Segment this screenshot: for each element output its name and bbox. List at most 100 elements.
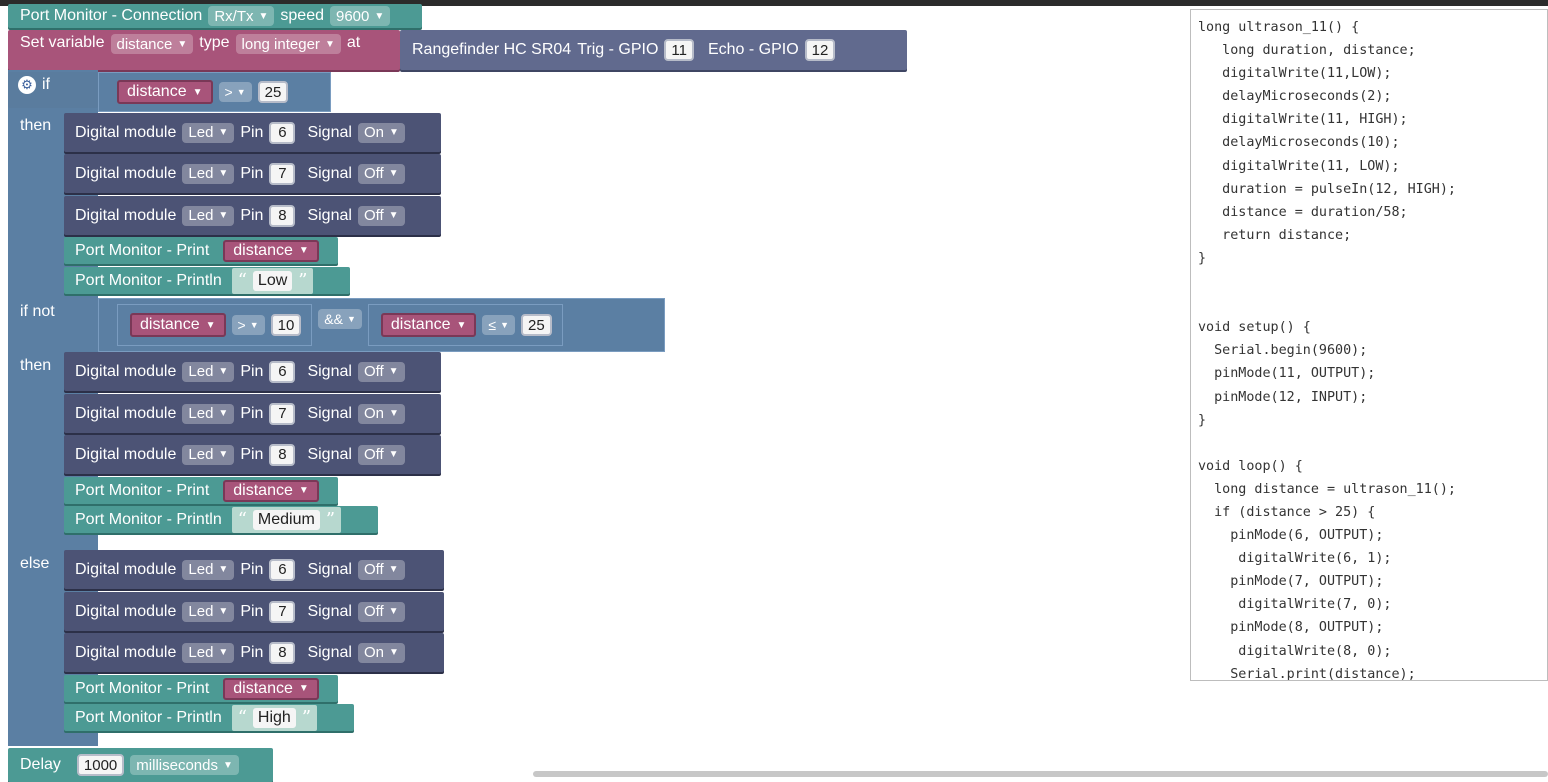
- rangefinder-block[interactable]: Rangefinder HC SR04 Trig - GPIO 11 Echo …: [400, 30, 907, 70]
- comparison-left[interactable]: distance ▼ > ▼ 10: [117, 304, 313, 346]
- delay-unit-value: milliseconds: [136, 756, 218, 774]
- signal-value: On: [363, 405, 384, 422]
- operator-dropdown[interactable]: > ▼: [231, 315, 265, 335]
- variable-distance[interactable]: distance ▼: [223, 239, 319, 262]
- signal-dropdown[interactable]: Off ▼: [357, 559, 405, 580]
- signal-dropdown[interactable]: On ▼: [357, 122, 405, 143]
- horizontal-scrollbar[interactable]: [533, 771, 1548, 777]
- variable-distance[interactable]: distance ▼: [130, 313, 226, 337]
- digital-module-block[interactable]: Digital module Led ▼ Pin 7 Signal On ▼: [64, 394, 441, 433]
- module-dropdown[interactable]: Led ▼: [182, 122, 235, 143]
- port-monitor-print-block[interactable]: Port Monitor - Print distance ▼: [64, 675, 338, 702]
- code-preview-panel[interactable]: long ultrason_11() { long duration, dist…: [1190, 9, 1548, 681]
- string-value[interactable]: Medium: [252, 509, 320, 530]
- trig-pin-input[interactable]: 11: [664, 39, 694, 61]
- digital-module-block[interactable]: Digital module Led ▼ Pin 8 Signal Off ▼: [64, 196, 441, 235]
- port-monitor-println-block[interactable]: Port Monitor - Println “Medium”: [64, 506, 378, 533]
- operator-value: >: [224, 84, 233, 100]
- delay-value-input[interactable]: 1000: [76, 754, 125, 776]
- logic-operator-dropdown[interactable]: && ▼: [318, 309, 362, 329]
- port-monitor-print-block[interactable]: Port Monitor - Print distance ▼: [64, 237, 338, 264]
- module-dropdown[interactable]: Led ▼: [182, 642, 235, 663]
- string-literal[interactable]: “Medium”: [231, 506, 342, 533]
- chevron-down-icon: ▼: [222, 759, 233, 771]
- variable-distance[interactable]: distance ▼: [380, 313, 477, 337]
- echo-pin-input[interactable]: 12: [804, 39, 836, 61]
- module-dropdown[interactable]: Led ▼: [182, 361, 235, 382]
- digital-module-block[interactable]: Digital module Led ▼ Pin 8 Signal On ▼: [64, 633, 444, 672]
- string-value[interactable]: High: [252, 707, 296, 728]
- digital-module-block[interactable]: Digital module Led ▼ Pin 7 Signal Off ▼: [64, 154, 441, 193]
- speed-dropdown[interactable]: 9600 ▼: [329, 6, 391, 26]
- signal-value: Off: [363, 603, 384, 620]
- digital-module-label: Digital module: [75, 445, 177, 463]
- signal-label: Signal: [307, 445, 352, 463]
- code-line: Serial.print(distance);: [1198, 666, 1416, 681]
- chevron-down-icon: ▼: [324, 38, 335, 50]
- digital-module-block[interactable]: Digital module Led ▼ Pin 8 Signal Off ▼: [64, 435, 441, 474]
- pin-input[interactable]: 7: [269, 600, 296, 623]
- mode-dropdown[interactable]: Rx/Tx ▼: [208, 6, 275, 26]
- pin-input[interactable]: 6: [269, 360, 296, 383]
- variable-dropdown[interactable]: distance ▼: [110, 34, 194, 54]
- pin-input[interactable]: 7: [269, 402, 296, 425]
- chevron-down-icon: ▼: [388, 564, 399, 575]
- then-label-2: then: [20, 357, 52, 374]
- pin-input[interactable]: 8: [269, 641, 296, 664]
- module-value: Led: [188, 644, 214, 661]
- comparison-left-value[interactable]: 10: [270, 314, 302, 336]
- module-dropdown[interactable]: Led ▼: [182, 403, 235, 424]
- pin-input[interactable]: 8: [269, 443, 296, 466]
- digital-module-block[interactable]: Digital module Led ▼ Pin 6 Signal Off ▼: [64, 352, 441, 391]
- variable-distance[interactable]: distance ▼: [117, 80, 213, 104]
- pin-input[interactable]: 8: [269, 204, 296, 227]
- port-monitor-print-block[interactable]: Port Monitor - Print distance ▼: [64, 477, 338, 504]
- signal-dropdown[interactable]: Off ▼: [357, 361, 405, 382]
- if-header[interactable]: ⚙ if: [8, 72, 98, 108]
- digital-module-block[interactable]: Digital module Led ▼ Pin 6 Signal On ▼: [64, 113, 441, 152]
- pin-label: Pin: [240, 123, 264, 141]
- port-monitor-connection-block[interactable]: Port Monitor - Connection Rx/Tx ▼ speed 9…: [8, 4, 422, 28]
- signal-dropdown[interactable]: Off ▼: [357, 444, 405, 465]
- port-monitor-println-block[interactable]: Port Monitor - Println “Low”: [64, 267, 350, 294]
- signal-value: Off: [363, 165, 384, 182]
- code-line: digitalWrite(8, 0);: [1198, 643, 1392, 659]
- module-dropdown[interactable]: Led ▼: [182, 559, 235, 580]
- gear-icon[interactable]: ⚙: [18, 76, 36, 94]
- println-label: Port Monitor - Println: [75, 510, 222, 528]
- signal-dropdown[interactable]: Off ▼: [357, 205, 405, 226]
- module-dropdown[interactable]: Led ▼: [182, 205, 235, 226]
- code-line: delayMicroseconds(10);: [1198, 135, 1400, 151]
- string-literal[interactable]: “Low”: [231, 267, 314, 294]
- condition-1[interactable]: distance ▼ > ▼ 25: [98, 72, 331, 112]
- string-literal[interactable]: “High”: [231, 704, 318, 731]
- signal-dropdown[interactable]: On ▼: [357, 642, 405, 663]
- condition-2[interactable]: distance ▼ > ▼ 10 && ▼ distance ▼ ≤ ▼ 25: [98, 298, 665, 352]
- comparison-right[interactable]: distance ▼ ≤ ▼ 25: [367, 304, 563, 346]
- module-dropdown[interactable]: Led ▼: [182, 163, 235, 184]
- pin-input[interactable]: 6: [269, 121, 296, 144]
- set-variable-block[interactable]: Set variable distance ▼ type long integer…: [8, 30, 400, 70]
- digital-module-block[interactable]: Digital module Led ▼ Pin 7 Signal Off ▼: [64, 592, 444, 631]
- condition-1-value[interactable]: 25: [257, 81, 289, 103]
- pin-input[interactable]: 7: [269, 162, 296, 185]
- delay-unit-dropdown[interactable]: milliseconds ▼: [130, 755, 239, 775]
- signal-dropdown[interactable]: On ▼: [357, 403, 405, 424]
- delay-block[interactable]: Delay 1000 milliseconds ▼: [8, 748, 273, 782]
- digital-module-block[interactable]: Digital module Led ▼ Pin 6 Signal Off ▼: [64, 550, 444, 589]
- operator-dropdown[interactable]: ≤ ▼: [482, 315, 516, 335]
- signal-dropdown[interactable]: Off ▼: [357, 163, 405, 184]
- signal-dropdown[interactable]: Off ▼: [357, 601, 405, 622]
- module-dropdown[interactable]: Led ▼: [182, 601, 235, 622]
- port-monitor-println-block[interactable]: Port Monitor - Println “High”: [64, 704, 354, 731]
- pin-input[interactable]: 6: [269, 558, 296, 581]
- operator-dropdown[interactable]: > ▼: [218, 82, 252, 102]
- type-dropdown[interactable]: long integer ▼: [235, 34, 341, 54]
- string-value[interactable]: Low: [252, 270, 293, 291]
- variable-distance[interactable]: distance ▼: [223, 677, 319, 700]
- variable-distance[interactable]: distance ▼: [223, 479, 319, 502]
- comparison-right-value[interactable]: 25: [521, 314, 552, 336]
- module-dropdown[interactable]: Led ▼: [182, 444, 235, 465]
- signal-label: Signal: [307, 404, 352, 422]
- open-quote-icon: “: [237, 270, 247, 291]
